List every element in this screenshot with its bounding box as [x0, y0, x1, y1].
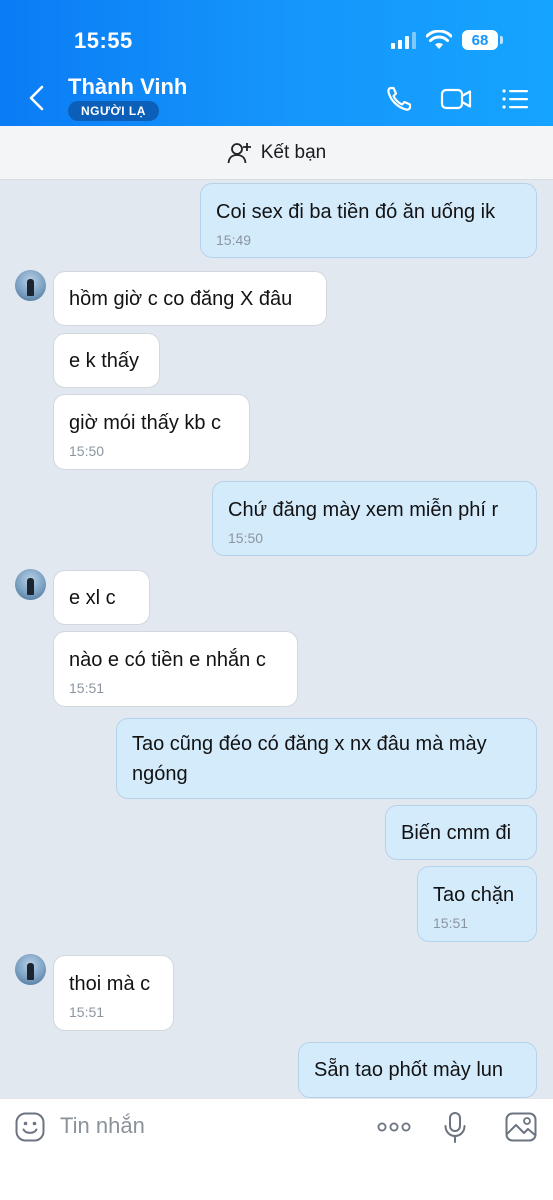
message-bubble[interactable]: giờ mói thấy kb c 15:50	[53, 394, 250, 470]
status-icons: 68	[391, 30, 503, 50]
add-friend-bar[interactable]: Kết bạn	[0, 126, 553, 180]
message-text: Tao chặn	[433, 884, 515, 906]
message-bubble[interactable]: e k thấy	[53, 333, 160, 388]
contact-name[interactable]: Thành Vinh	[68, 74, 187, 100]
message-text: Tao cũng đéo có đăng x nx đâu mà mày ngó…	[132, 733, 487, 785]
message-text: Chứ đăng mày xem miễn phí r	[228, 499, 499, 521]
image-icon[interactable]	[504, 1111, 538, 1143]
message-time: 15:51	[69, 1004, 105, 1020]
chat-area[interactable]: Coi sex đi ba tiền đó ăn uống ik 15:49 h…	[0, 180, 553, 1098]
message-time: 15:49	[216, 232, 252, 248]
message-text: Biến cmm đi	[401, 822, 512, 844]
message-time: 15:51	[433, 915, 469, 931]
status-time: 15:55	[74, 28, 133, 53]
message-bubble[interactable]: nào e có tiền e nhắn c 15:51	[53, 631, 298, 707]
message-bubble[interactable]: Coi sex đi ba tiền đó ăn uống ik 15:49	[200, 183, 537, 258]
message-bubble[interactable]: Tao chặn 15:51	[417, 866, 537, 942]
message-bubble[interactable]: Tao cũng đéo có đăng x nx đâu mà mày ngó…	[116, 718, 537, 799]
wifi-icon	[426, 30, 452, 49]
message-time: 15:50	[228, 530, 264, 546]
microphone-icon[interactable]	[441, 1111, 469, 1145]
message-text: e xl c	[69, 587, 116, 609]
emoji-icon[interactable]	[14, 1111, 46, 1143]
message-text: thoi mà c	[69, 973, 151, 995]
avatar[interactable]	[15, 954, 46, 985]
chat-header: 15:55 68 Thành Vinh NGƯỜI LẠ	[0, 0, 553, 126]
message-text: Sẵn tao phốt mày lun	[314, 1059, 504, 1081]
message-text: giờ mói thấy kb c	[69, 412, 222, 434]
message-bubble[interactable]: Biến cmm đi	[385, 805, 537, 860]
add-friend-label: Kết bạn	[260, 141, 327, 163]
signal-icon	[391, 31, 416, 49]
message-text: Coi sex đi ba tiền đó ăn uống ik	[216, 201, 496, 223]
avatar[interactable]	[15, 569, 46, 600]
stranger-badge: NGƯỜI LẠ	[68, 101, 159, 121]
message-time: 15:50	[69, 443, 105, 459]
add-friend-icon	[227, 142, 251, 163]
back-icon[interactable]	[24, 84, 52, 112]
phone-icon[interactable]	[384, 84, 416, 114]
battery-level: 68	[462, 30, 498, 50]
message-bubble[interactable]: Sẵn tao phốt mày lun	[298, 1042, 537, 1098]
message-bubble[interactable]: thoi mà c 15:51	[53, 955, 174, 1031]
message-bubble[interactable]: e xl c	[53, 570, 150, 625]
message-text: hồm giờ c co đăng X đâu	[69, 288, 293, 310]
message-bubble[interactable]: Chứ đăng mày xem miễn phí r 15:50	[212, 481, 537, 556]
menu-list-icon[interactable]	[500, 84, 532, 114]
message-bubble[interactable]: hồm giờ c co đăng X đâu	[53, 271, 327, 326]
more-icon[interactable]	[376, 1115, 412, 1139]
message-text: e k thấy	[69, 350, 140, 372]
battery-icon: 68	[462, 30, 503, 50]
avatar[interactable]	[15, 270, 46, 301]
message-text: nào e có tiền e nhắn c	[69, 649, 266, 671]
message-input-bar: Tin nhắn	[0, 1098, 553, 1200]
video-call-icon[interactable]	[440, 84, 472, 114]
message-time: 15:51	[69, 680, 105, 696]
message-input[interactable]: Tin nhắn	[60, 1113, 145, 1139]
